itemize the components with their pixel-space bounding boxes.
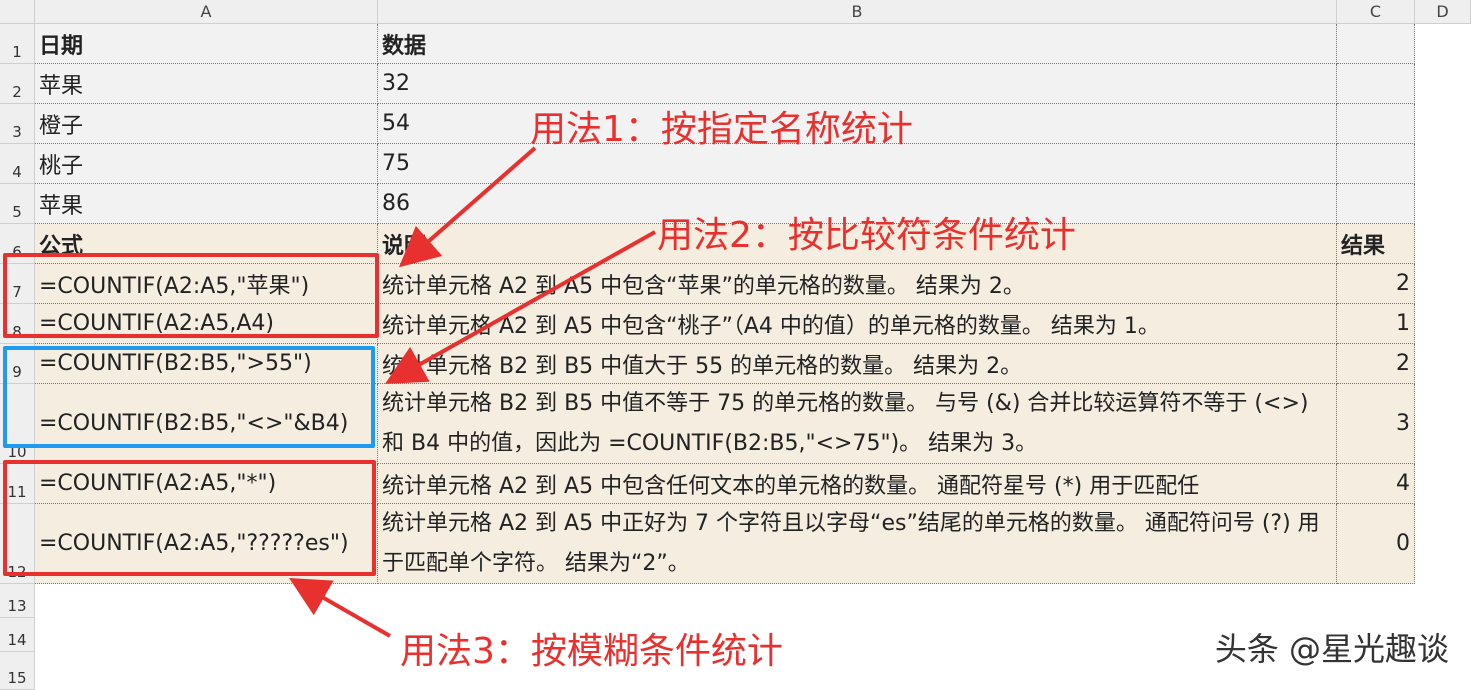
cell-a2[interactable]: 苹果 [35,64,378,104]
cell-c2[interactable] [1337,64,1415,104]
cell-c8[interactable]: 1 [1337,304,1415,344]
select-all-corner[interactable] [0,0,35,24]
row-header[interactable]: 10 [0,384,35,464]
usage3-arrow [289,578,391,638]
cell-a3[interactable]: 橙子 [35,104,378,144]
cell-a7[interactable]: =COUNTIF(A2:A5,"苹果") [35,264,378,304]
cell-c12[interactable]: 0 [1337,504,1415,584]
row-header[interactable]: 1 [0,24,35,64]
cell-a12[interactable]: =COUNTIF(A2:A5,"?????es") [35,504,378,584]
cell-a1[interactable]: 日期 [35,24,378,64]
cell-c11[interactable]: 4 [1337,464,1415,504]
cell-b12[interactable]: 统计单元格 A2 到 A5 中正好为 7 个字符且以字母“es”结尾的单元格的数… [378,504,1337,584]
row-header[interactable]: 4 [0,144,35,184]
cell-c10[interactable]: 3 [1337,384,1415,464]
row-header[interactable]: 12 [0,504,35,584]
usage2-label: 用法2：按比较符条件统计 [657,215,1076,256]
cell-c6[interactable]: 结果 [1337,224,1415,264]
row-header[interactable]: 9 [0,344,35,384]
column-header-d[interactable]: D [1415,0,1471,24]
cell-c9[interactable]: 2 [1337,344,1415,384]
row-header[interactable]: 3 [0,104,35,144]
cell-a10[interactable]: =COUNTIF(B2:B5,"<>"&B4) [35,384,378,464]
cell-a4[interactable]: 桃子 [35,144,378,184]
cell-c7[interactable]: 2 [1337,264,1415,304]
row-header[interactable]: 14 [0,618,35,652]
row-header[interactable]: 6 [0,224,35,264]
column-header-b[interactable]: B [378,0,1337,24]
cell-c1[interactable] [1337,24,1415,64]
cell-b8[interactable]: 统计单元格 A2 到 A5 中包含“桃子”（A4 中的值）的单元格的数量。 结果… [378,304,1337,344]
column-header-c[interactable]: C [1337,0,1415,24]
row-header[interactable]: 15 [0,652,35,690]
row-header[interactable]: 8 [0,304,35,344]
cell-b7[interactable]: 统计单元格 A2 到 A5 中包含“苹果”的单元格的数量。 结果为 2。 [378,264,1337,304]
cell-a11[interactable]: =COUNTIF(A2:A5,"*") [35,464,378,504]
row-header[interactable]: 11 [0,464,35,504]
cell-b1[interactable]: 数据 [378,24,1337,64]
cell-b10[interactable]: 统计单元格 B2 到 B5 中值不等于 75 的单元格的数量。 与号 (&) 合… [378,384,1337,464]
cell-a6[interactable]: 公式 [35,224,378,264]
row-header[interactable]: 13 [0,584,35,618]
usage3-label: 用法3：按模糊条件统计 [400,631,783,672]
column-header-a[interactable]: A [35,0,378,24]
row-header[interactable]: 2 [0,64,35,104]
cell-b9[interactable]: 统计单元格 B2 到 B5 中值大于 55 的单元格的数量。 结果为 2。 [378,344,1337,384]
cell-c3[interactable] [1337,104,1415,144]
cell-b11[interactable]: 统计单元格 A2 到 A5 中包含任何文本的单元格的数量。 通配符星号 (*) … [378,464,1337,504]
cell-b2[interactable]: 32 [378,64,1337,104]
usage1-label: 用法1：按指定名称统计 [530,109,913,150]
cell-c5[interactable] [1337,184,1415,224]
cell-c4[interactable] [1337,144,1415,184]
row-header[interactable]: 7 [0,264,35,304]
cell-a5[interactable]: 苹果 [35,184,378,224]
row-header[interactable]: 5 [0,184,35,224]
watermark: 头条 @星光趣谈 [1214,630,1449,668]
cell-a8[interactable]: =COUNTIF(A2:A5,A4) [35,304,378,344]
cell-a9[interactable]: =COUNTIF(B2:B5,">55") [35,344,378,384]
